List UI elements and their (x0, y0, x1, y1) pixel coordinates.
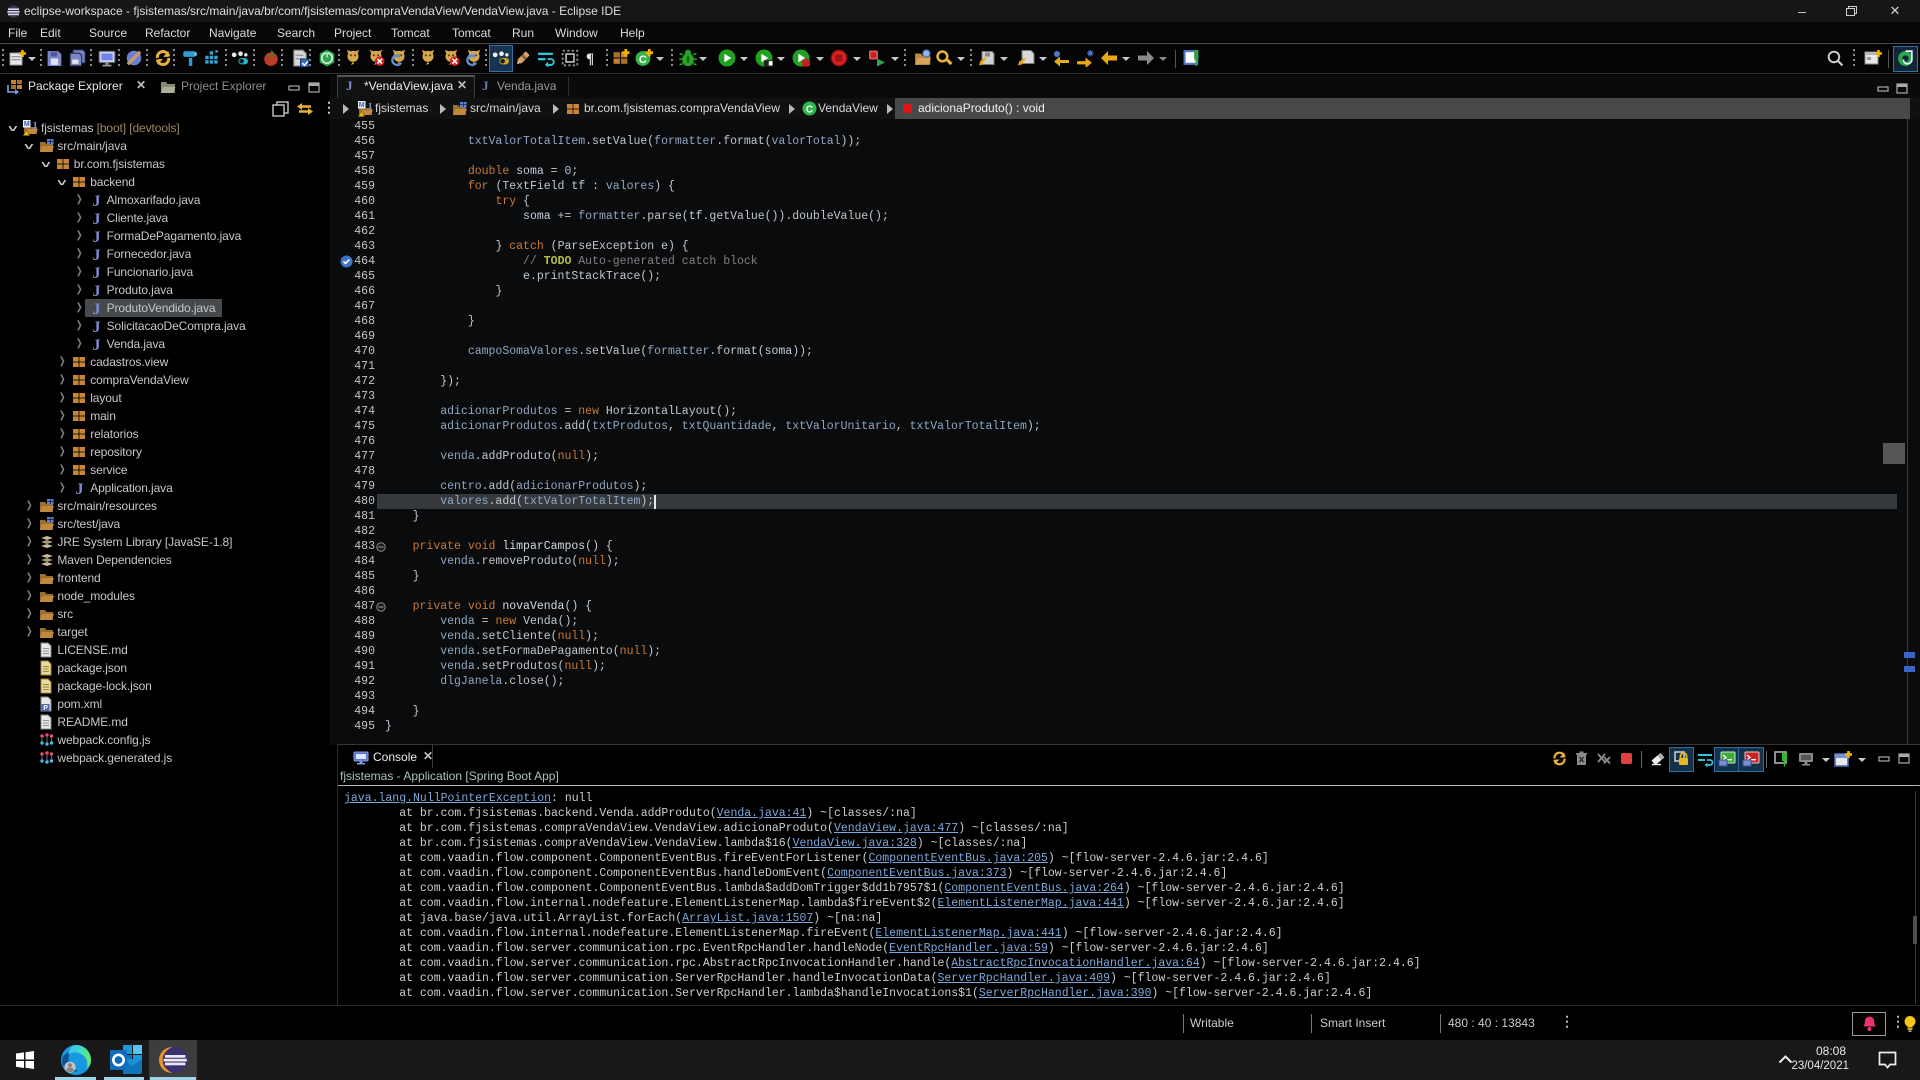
svg-text:J: J (92, 193, 100, 208)
svg-text:J: J (92, 319, 100, 334)
svg-text:J: J (92, 211, 100, 226)
svg-text:M: M (24, 121, 30, 128)
svg-text:J: J (92, 265, 100, 280)
svg-text:J: J (92, 301, 100, 316)
svg-text:J: J (92, 283, 100, 298)
svg-text:M: M (359, 102, 365, 109)
svg-text:C: C (639, 54, 647, 66)
svg-text:J: J (92, 247, 100, 262)
svg-text:J: J (76, 481, 84, 496)
svg-text:J: J (32, 121, 37, 132)
svg-text:J: J (92, 337, 100, 352)
svg-text:J: J (92, 229, 100, 244)
svg-text:J: J (367, 102, 372, 113)
svg-text:C: C (806, 105, 813, 116)
svg-text:P: P (44, 705, 49, 712)
